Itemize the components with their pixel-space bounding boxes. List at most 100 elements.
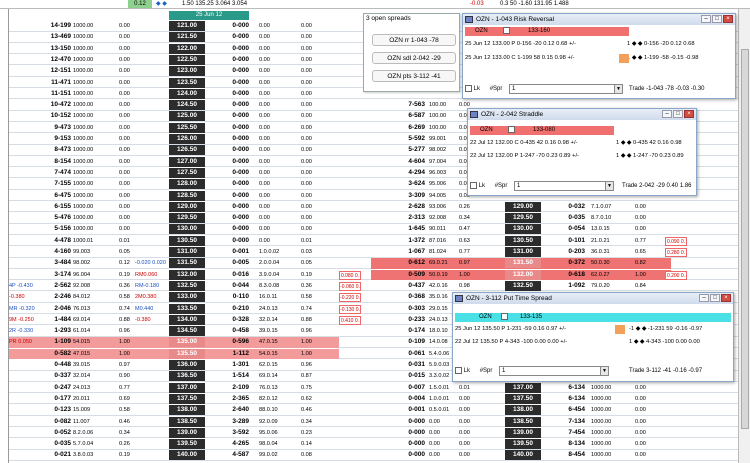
cell-fq[interactable]: 6-134 xyxy=(549,383,585,393)
cell-lb[interactable]: 0.00 xyxy=(119,21,149,31)
cell-mq[interactable]: 0-328 xyxy=(199,315,249,325)
cell-rq[interactable]: 0-368 xyxy=(389,292,425,302)
cell-ma[interactable]: 0.00 xyxy=(259,168,291,178)
cell-mq[interactable]: 2-365 xyxy=(199,394,249,404)
cell-la[interactable]: 1000.00 xyxy=(73,100,107,110)
cell-mq[interactable]: 0-000 xyxy=(199,202,249,212)
cell-mq[interactable]: 3-289 xyxy=(199,417,249,427)
cell-ra[interactable]: 93.006 xyxy=(429,202,455,212)
cell-mq[interactable]: 0-000 xyxy=(199,44,249,54)
cell-mb[interactable]: 0.00 xyxy=(301,44,331,54)
cell-la[interactable]: 1000.00 xyxy=(73,21,107,31)
cell-ma[interactable]: 0.00 xyxy=(259,111,291,121)
close-button[interactable]: × xyxy=(721,294,731,302)
cell-lq[interactable]: 0-337 xyxy=(23,371,71,381)
spread-count-select[interactable]: 1 ▼ xyxy=(509,84,623,94)
cell-lb[interactable]: 0.46 xyxy=(119,417,149,427)
cell-lq[interactable]: 3-174 xyxy=(23,270,71,280)
cell-ma[interactable]: 2.0.0.04 xyxy=(259,258,291,268)
cell-lb[interactable]: 0.00 xyxy=(119,134,149,144)
table-row[interactable]: 5-476 1000.00 0.00 129.50 0-000 0.00 0.00 2-313… xyxy=(9,213,739,224)
cell-rq[interactable]: 1-372 xyxy=(389,236,425,246)
order-marker[interactable]: PR 0.050 xyxy=(9,337,32,347)
cell-fq[interactable]: 0-203 xyxy=(549,247,585,257)
cell-la[interactable]: 3.8.0.03 xyxy=(73,450,107,460)
cell-la[interactable]: 20.011 xyxy=(73,394,107,404)
cell-mq[interactable]: 0-000 xyxy=(199,168,249,178)
cell-ma[interactable]: 88.0.10 xyxy=(259,405,291,415)
table-row[interactable]: 5-156 1000.00 0.00 130.00 0-000 0.00 0.00 1-645… xyxy=(9,224,739,235)
cell-fa[interactable]: 13.0.15 xyxy=(591,224,621,234)
cell-rq[interactable]: 4-604 xyxy=(389,157,425,167)
table-row[interactable]: 0-082 11.007 0.46 138.50 3-289 92.0.09 0.34 0-0… xyxy=(9,416,739,428)
selected-cell[interactable] xyxy=(619,54,629,63)
cell-rq[interactable]: 0-303 xyxy=(389,304,425,314)
cell-mq[interactable]: 0-000 xyxy=(199,55,249,65)
cell-lq[interactable]: 13-150 xyxy=(23,44,71,54)
order-box[interactable]: 0.200 0. xyxy=(665,270,687,280)
order-marker[interactable]: -0.380 xyxy=(9,292,25,302)
cell-ma[interactable]: 0.00 xyxy=(259,89,291,99)
cell-ma[interactable]: 32.0.14 xyxy=(259,315,291,325)
cell-lq[interactable]: 4-160 xyxy=(23,247,71,257)
order-box[interactable]: -0.220 0. xyxy=(339,293,361,303)
cell-la[interactable]: 96.004 xyxy=(73,270,107,280)
cell-fq[interactable]: 0-372 xyxy=(549,258,585,268)
selected-cell[interactable] xyxy=(615,325,625,334)
cell-lq[interactable]: 9-153 xyxy=(23,134,71,144)
cell-lq[interactable]: 4-478 xyxy=(23,236,71,246)
close-button[interactable]: × xyxy=(684,110,694,118)
minimize-button[interactable]: – xyxy=(699,294,709,302)
cell-fa[interactable]: 8.7.0.10 xyxy=(591,213,621,223)
cell-la[interactable]: 1000.00 xyxy=(73,202,107,212)
cell-rq[interactable]: 0-031 xyxy=(389,360,425,370)
cell-rb[interactable]: 1.00 xyxy=(459,270,483,280)
table-row[interactable]: 3-484 98.002 0.12 131.50 0-005 2.0.0.04 0.05 0-… xyxy=(9,258,739,269)
cell-mb[interactable]: 0.75 xyxy=(301,383,331,393)
spread-button-rr[interactable]: OZN rr 1-043 -78 xyxy=(372,34,456,46)
table-row[interactable]: 0-021 3.8.0.03 0.19 140.00 4-587 99.0.02 0.08 0… xyxy=(9,450,739,461)
cell-rb[interactable]: 0.00 xyxy=(459,450,483,460)
cell-lb[interactable]: 0.05 xyxy=(119,247,149,257)
cell-la[interactable]: 1000.00 xyxy=(73,89,107,99)
cell-lb[interactable]: 0.00 xyxy=(119,224,149,234)
cell-lb[interactable]: 0.00 xyxy=(119,32,149,42)
cell-ma[interactable]: 0.00 xyxy=(259,44,291,54)
cell-la[interactable]: 5.7.0.04 xyxy=(73,439,107,449)
cell-la[interactable]: 92.008 xyxy=(73,281,107,291)
cell-ra[interactable]: 0.5.0.01 xyxy=(429,405,455,415)
cell-lb[interactable]: 0.00 xyxy=(119,179,149,189)
cell-fq[interactable]: 0-035 xyxy=(549,213,585,223)
order-marker[interactable]: M0.440 xyxy=(135,304,153,314)
cell-ma[interactable]: 0.00 xyxy=(259,78,291,88)
cell-rq[interactable]: 0-233 xyxy=(389,315,425,325)
cell-lq[interactable]: 2-246 xyxy=(23,292,71,302)
cell-la[interactable]: 32.014 xyxy=(73,371,107,381)
cell-lb[interactable]: 0.00 xyxy=(119,168,149,178)
cell-rb[interactable]: 0.26 xyxy=(459,202,483,212)
cell-la[interactable]: 84.012 xyxy=(73,292,107,302)
cell-la[interactable]: 61.014 xyxy=(73,326,107,336)
cell-rq[interactable]: 5-592 xyxy=(389,134,425,144)
bar-checkbox[interactable] xyxy=(503,27,511,34)
minimize-button[interactable]: – xyxy=(662,110,672,118)
cell-la[interactable]: 1000.00 xyxy=(73,134,107,144)
cell-la[interactable]: 1000.00 xyxy=(73,78,107,88)
table-row[interactable]: 0-052 8.2.0.06 0.34 139.00 3-592 95.0.06 0.23 0… xyxy=(9,427,739,439)
cell-ra[interactable]: 0.00 xyxy=(429,450,455,460)
cell-ma[interactable]: 0.00 xyxy=(259,179,291,189)
cell-ra[interactable]: 94.005 xyxy=(429,191,455,201)
cell-ma[interactable]: 54.0.15 xyxy=(259,349,291,359)
cell-fb[interactable]: 0.82 xyxy=(635,258,661,268)
cell-mq[interactable]: 0-458 xyxy=(199,326,249,336)
cell-fb[interactable]: 0.00 xyxy=(635,202,661,212)
cell-mb[interactable]: 0.00 xyxy=(301,202,331,212)
cell-ra[interactable]: 99.001 xyxy=(429,134,455,144)
cell-mb[interactable]: 0.05 xyxy=(301,258,331,268)
cell-ra[interactable]: 0.00 xyxy=(429,417,455,427)
cell-mq[interactable]: 0-000 xyxy=(199,145,249,155)
cell-la[interactable]: 1000.00 xyxy=(73,168,107,178)
cell-fa[interactable]: 1000.00 xyxy=(591,405,621,415)
cell-fa[interactable]: 21.0.21 xyxy=(591,236,621,246)
cell-rq[interactable]: 0-437 xyxy=(389,281,425,291)
